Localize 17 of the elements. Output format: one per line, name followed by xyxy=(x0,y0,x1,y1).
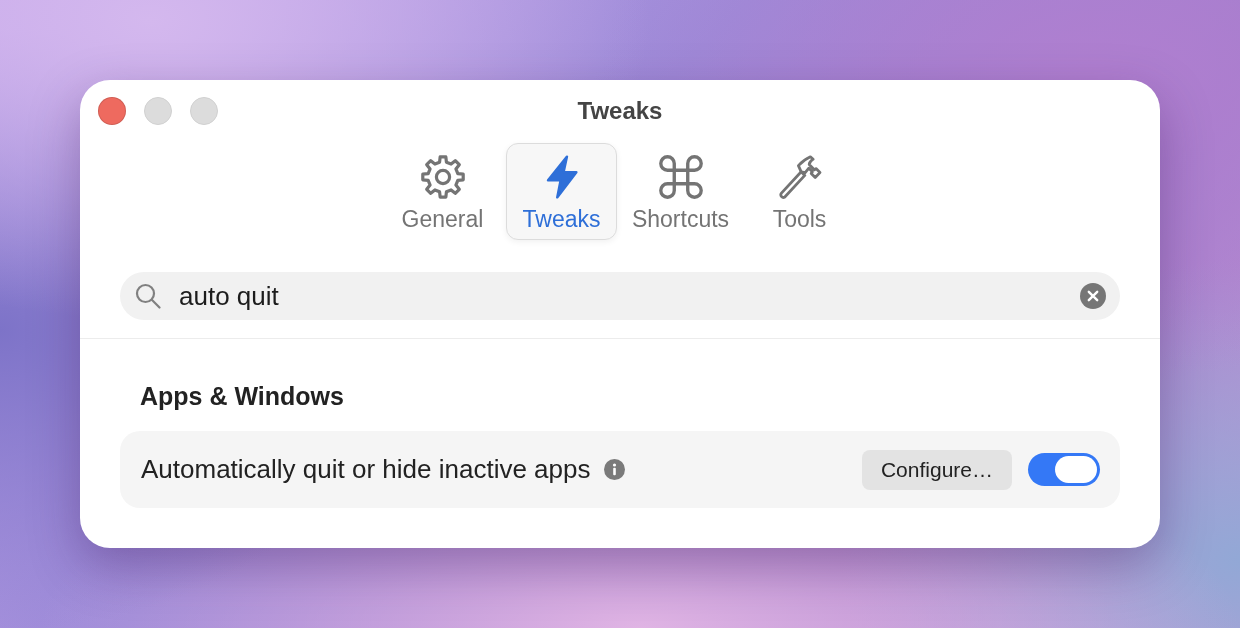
clear-icon[interactable] xyxy=(1080,283,1106,309)
window-title: Tweaks xyxy=(577,97,663,125)
section-heading: Apps & Windows xyxy=(140,381,345,411)
toolbar-tab[interactable]: Tweaks xyxy=(506,143,617,240)
setting-label: Automatically quit or hide inactive apps xyxy=(141,454,591,485)
search-field[interactable]: auto quit xyxy=(120,272,1120,320)
toolbar-tab[interactable]: General xyxy=(387,143,498,240)
toolbar-tab[interactable]: Tools xyxy=(744,143,855,240)
info-icon[interactable] xyxy=(604,459,626,480)
gear-icon xyxy=(420,155,465,199)
configure-button[interactable]: Configure… xyxy=(861,449,1012,490)
toggle-switch[interactable] xyxy=(1028,453,1100,486)
close-window-button[interactable] xyxy=(98,97,126,125)
command-key-icon xyxy=(658,155,703,199)
toolbar-tab[interactable]: Shortcuts xyxy=(625,143,736,240)
hammer-icon xyxy=(777,155,822,199)
search-icon xyxy=(135,283,161,309)
